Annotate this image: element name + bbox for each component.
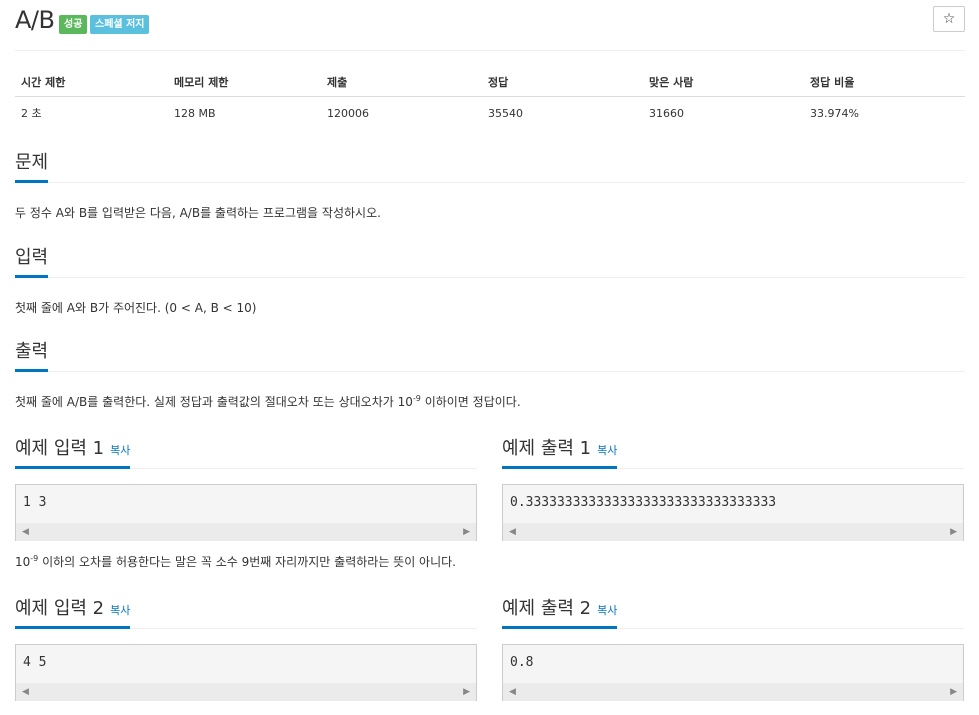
scroll-right-icon[interactable]: ▶: [463, 527, 470, 537]
input-description: 첫째 줄에 A와 B가 주어진다. (0 < A, B < 10): [15, 301, 257, 315]
scroll-left-icon[interactable]: ◀: [22, 527, 29, 537]
header-memory-limit: 메모리 제한: [168, 70, 321, 97]
sample-input-2-box[interactable]: 4 5 ◀ ▶: [15, 644, 477, 701]
header-solved-users: 맞은 사람: [643, 70, 804, 97]
horizontal-scrollbar[interactable]: ◀ ▶: [16, 683, 476, 701]
sample-output-2-title: 예제 출력 2 복사: [502, 594, 618, 629]
sample-output-1-box[interactable]: 0.33333333333333333333333333333333 ◀ ▶: [502, 484, 964, 541]
accept-ratio-value: 33.974%: [810, 106, 859, 120]
problem-info-table: 시간 제한 메모리 제한 제출 정답 맞은 사람 정답 비율 2 초 128 M…: [15, 70, 965, 129]
sample-input-1-title: 예제 입력 1 복사: [15, 434, 131, 469]
sample-input-1-heading: 예제 입력 1 복사: [15, 434, 477, 469]
status-badge-special-judge: 스페셜 저지: [90, 15, 150, 34]
scroll-left-icon[interactable]: ◀: [509, 527, 516, 537]
scroll-left-icon[interactable]: ◀: [509, 687, 516, 697]
header-accepted: 정답: [482, 70, 643, 97]
problem-description: 두 정수 A와 B를 입력받은 다음, A/B를 출력하는 프로그램을 작성하시…: [15, 206, 381, 220]
scroll-right-icon[interactable]: ▶: [463, 687, 470, 697]
sample-output-2-text: 0.8: [510, 655, 534, 670]
header-submissions: 제출: [321, 70, 482, 97]
sample-input-2-heading: 예제 입력 2 복사: [15, 594, 477, 629]
table-header-row: 시간 제한 메모리 제한 제출 정답 맞은 사람 정답 비율: [15, 70, 965, 97]
submissions-value: 120006: [327, 106, 369, 120]
sample-output-1-heading: 예제 출력 1 복사: [502, 434, 964, 469]
star-icon: ☆: [942, 11, 956, 27]
output-section-heading: 출력: [15, 337, 965, 372]
memory-limit-value: 128 MB: [174, 106, 216, 120]
sample-note: 10-9 이하의 오차를 허용한다는 말은 꼭 소수 9번째 자리까지만 출력하…: [15, 554, 456, 569]
input-section-title: 입력: [15, 243, 49, 278]
horizontal-scrollbar[interactable]: ◀ ▶: [503, 683, 963, 701]
problem-section-heading: 문제: [15, 148, 965, 183]
horizontal-scrollbar[interactable]: ◀ ▶: [503, 523, 963, 541]
copy-button[interactable]: 복사: [597, 444, 617, 457]
problem-section-title: 문제: [15, 148, 49, 183]
copy-button[interactable]: 복사: [110, 604, 130, 617]
table-row: 2 초 128 MB 120006 35540 31660 33.974%: [15, 97, 965, 130]
sample-input-1-box[interactable]: 1 3 ◀ ▶: [15, 484, 477, 541]
scroll-right-icon[interactable]: ▶: [950, 687, 957, 697]
horizontal-scrollbar[interactable]: ◀ ▶: [16, 523, 476, 541]
sample-output-2-box[interactable]: 0.8 ◀ ▶: [502, 644, 964, 701]
sample-input-1-text: 1 3: [23, 495, 47, 510]
sample-output-2-heading: 예제 출력 2 복사: [502, 594, 964, 629]
sample-output-1-title: 예제 출력 1 복사: [502, 434, 618, 469]
favorite-button[interactable]: ☆: [933, 6, 965, 32]
sample-input-2-title: 예제 입력 2 복사: [15, 594, 131, 629]
time-limit-value: 2 초: [21, 107, 42, 120]
sample-output-1-text: 0.33333333333333333333333333333333: [510, 495, 777, 510]
output-description: 첫째 줄에 A/B를 출력한다. 실제 정답과 출력값의 절대오차 또는 상대오…: [15, 394, 521, 409]
accepted-value: 35540: [488, 106, 523, 120]
header-accept-ratio: 정답 비율: [804, 70, 965, 97]
sample-input-2-text: 4 5: [23, 655, 47, 670]
output-section-title: 출력: [15, 337, 49, 372]
status-badge-success: 성공: [59, 15, 88, 34]
scroll-right-icon[interactable]: ▶: [950, 527, 957, 537]
page-title: A/B: [15, 6, 55, 34]
header-time-limit: 시간 제한: [15, 70, 168, 97]
copy-button[interactable]: 복사: [597, 604, 617, 617]
scroll-left-icon[interactable]: ◀: [22, 687, 29, 697]
problem-header: A/B 성공 스페셜 저지 ☆: [15, 6, 965, 51]
copy-button[interactable]: 복사: [110, 444, 130, 457]
input-section-heading: 입력: [15, 243, 965, 278]
solved-users-value: 31660: [649, 106, 684, 120]
